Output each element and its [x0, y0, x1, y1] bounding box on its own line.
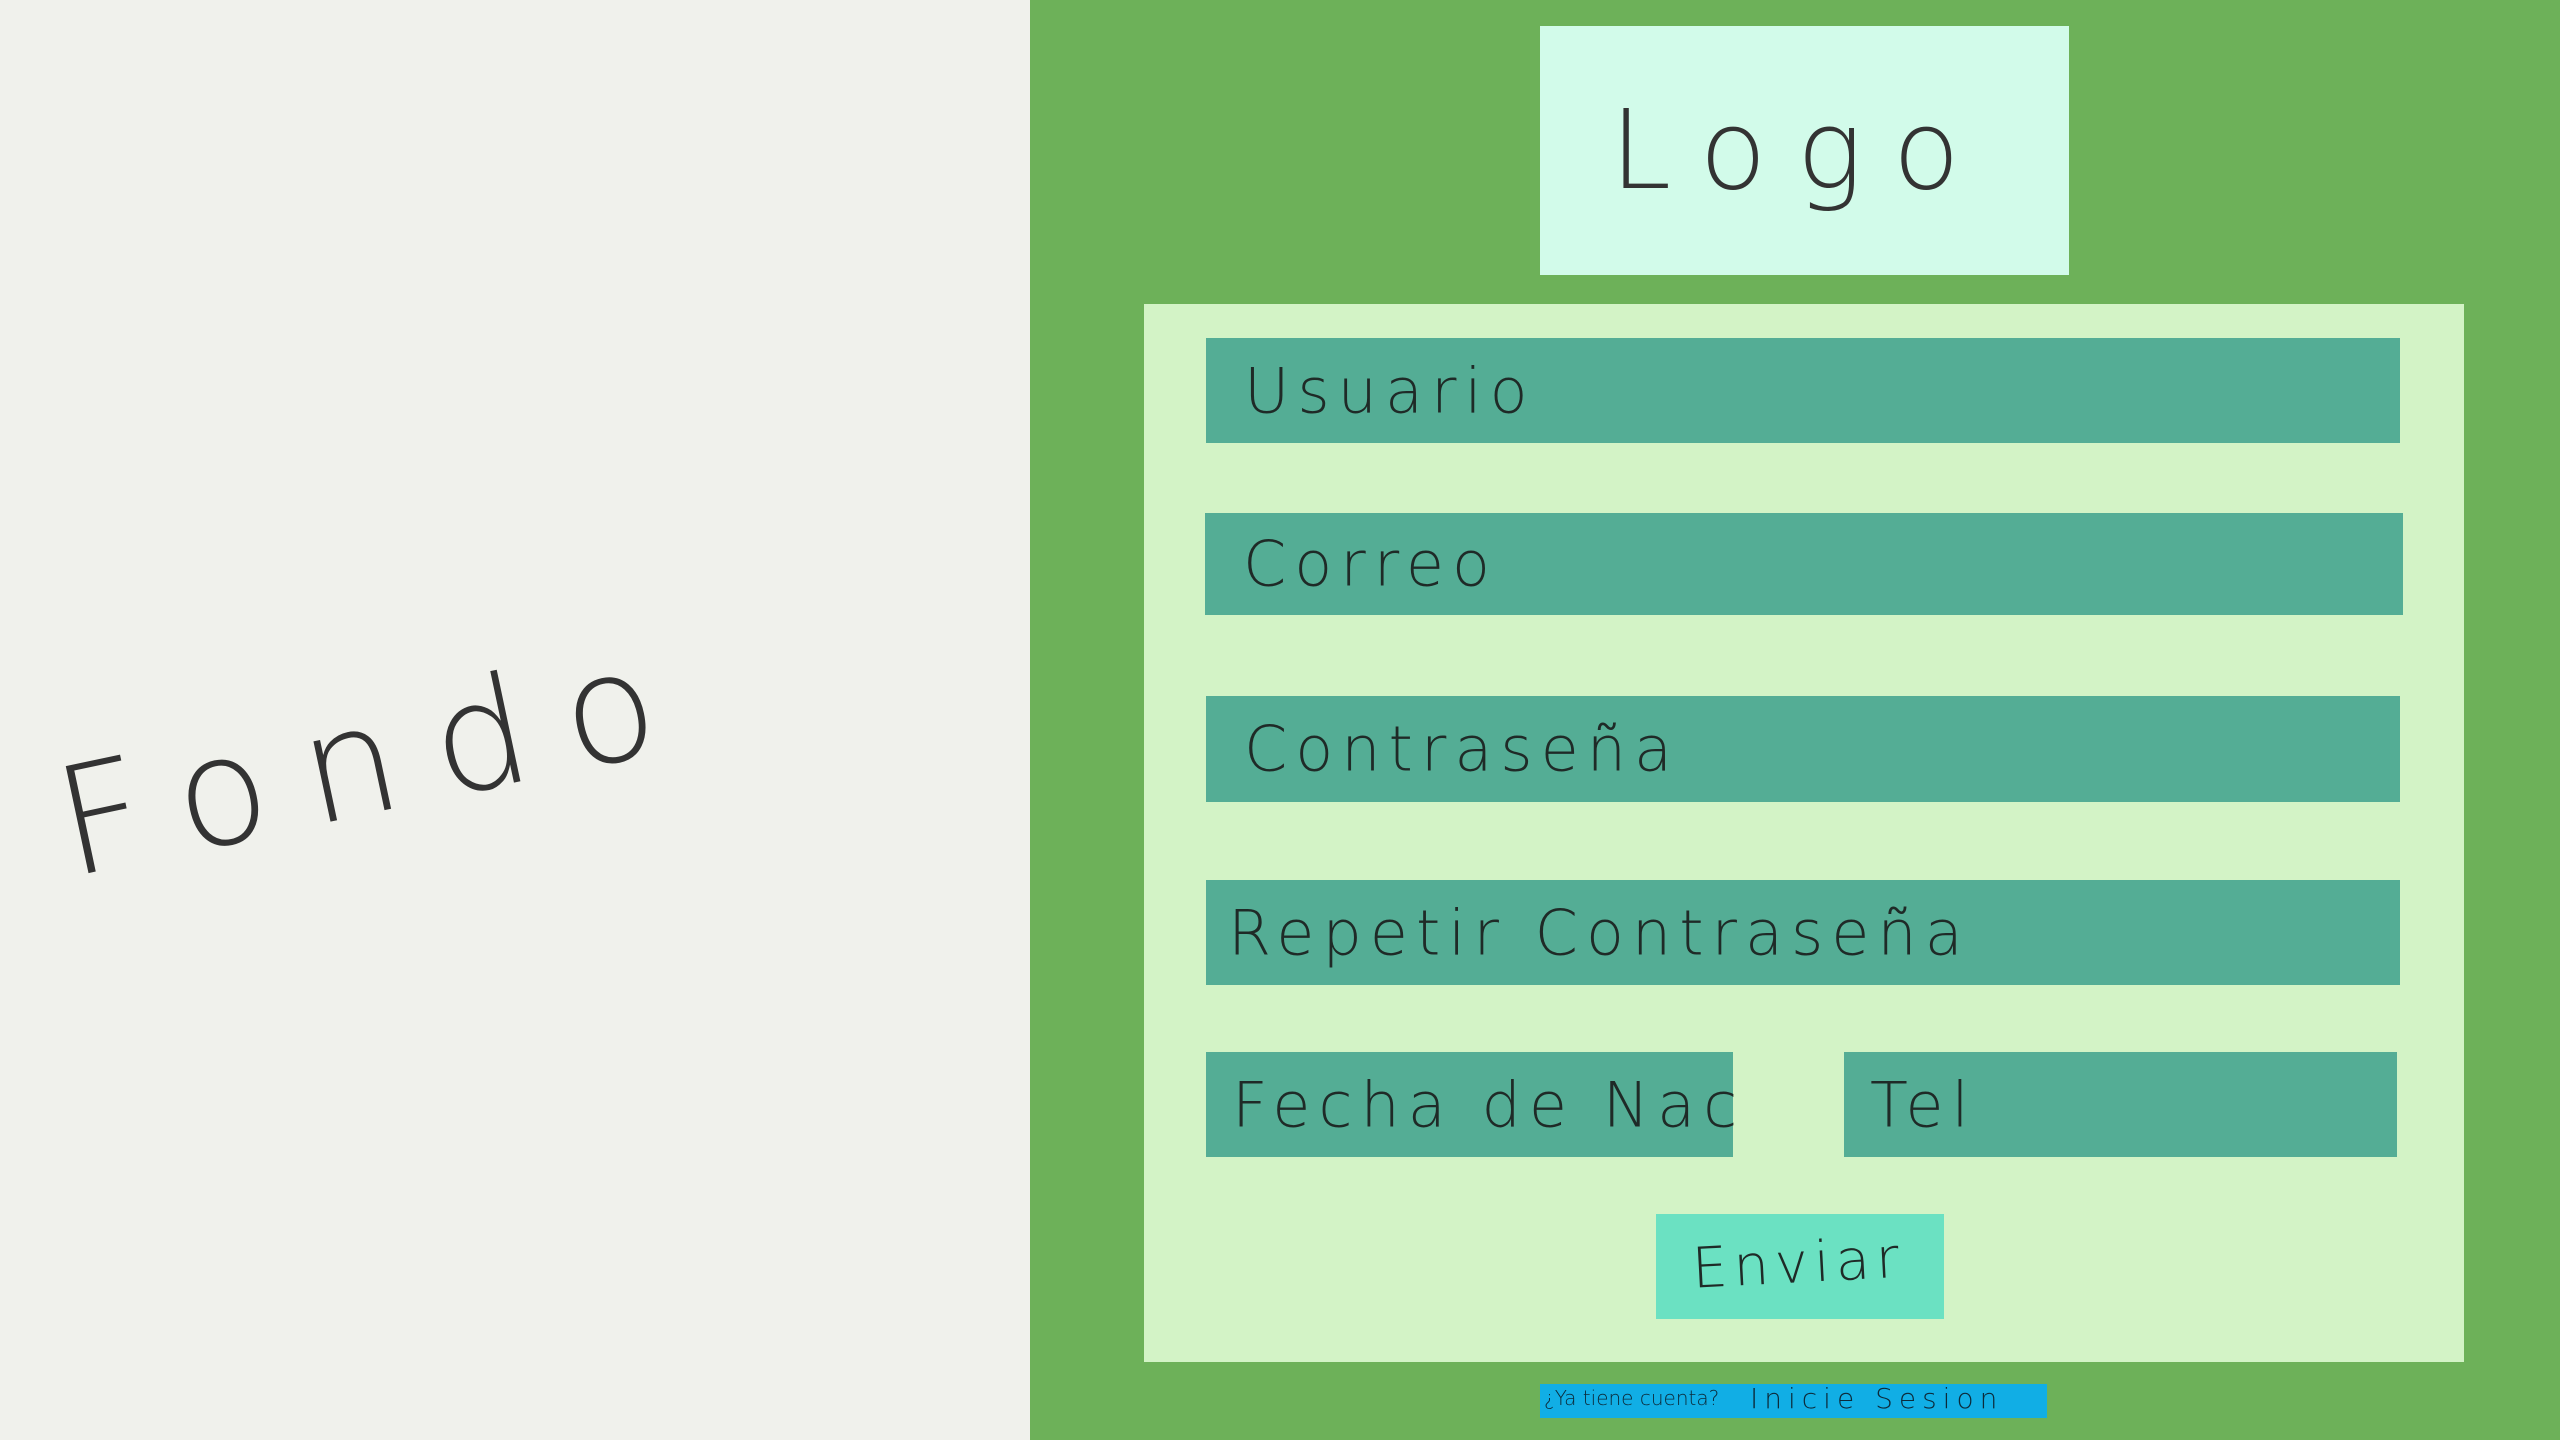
birthdate-field-label: Fecha de Nac — [1232, 1068, 1746, 1141]
repeat-password-field[interactable]: Repetir Contraseña — [1206, 880, 2400, 985]
login-action-text: Inicie Sesion — [1750, 1384, 2004, 1415]
repeat-password-field-label: Repetir Contraseña — [1228, 896, 1971, 969]
birthdate-field[interactable]: Fecha de Nac — [1206, 1052, 1737, 1157]
background-label: Fondo — [41, 607, 709, 913]
email-field-label: Correo — [1243, 527, 1498, 601]
login-link[interactable]: ¿Ya tiene cuenta? Inicie Sesion — [1540, 1384, 2047, 1418]
username-field-label: Usuario — [1244, 354, 1536, 427]
phone-field[interactable]: Tel — [1844, 1052, 2397, 1157]
phone-field-label: Tel — [1870, 1068, 1977, 1141]
logo-label: Logo — [1610, 86, 1990, 214]
submit-button[interactable]: Enviar — [1656, 1214, 1944, 1319]
username-field[interactable]: Usuario — [1206, 338, 2400, 443]
password-field[interactable]: Contraseña — [1206, 696, 2400, 802]
background-panel: Fondo — [0, 0, 1030, 1440]
logo: Logo — [1540, 26, 2069, 275]
email-field[interactable]: Correo — [1205, 513, 2403, 615]
submit-button-label: Enviar — [1690, 1225, 1907, 1302]
login-question-text: ¿Ya tiene cuenta? — [1544, 1386, 1720, 1410]
password-field-label: Contraseña — [1244, 712, 1681, 786]
registration-form: Usuario Correo Contraseña Repetir Contra… — [1144, 304, 2464, 1362]
